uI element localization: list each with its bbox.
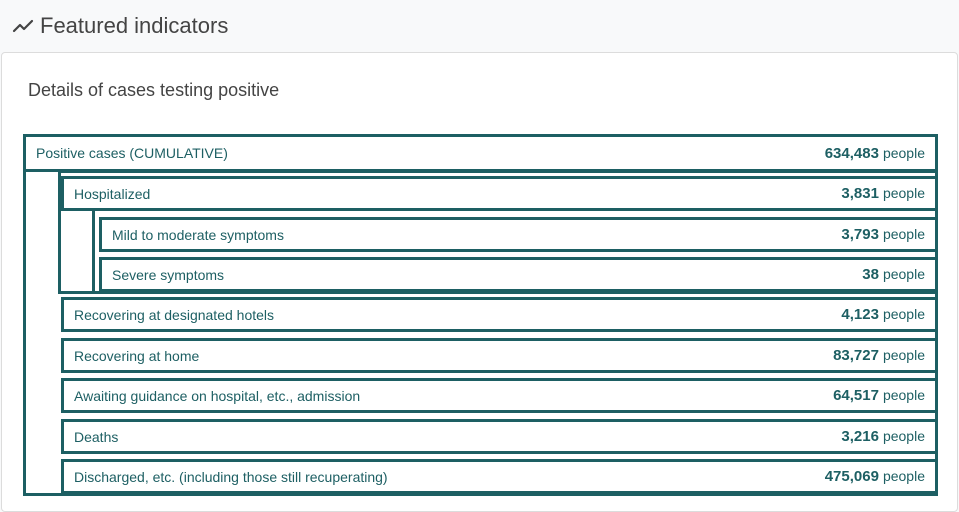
- row-value: 38 people: [862, 266, 925, 283]
- row-value: 83,727 people: [833, 347, 925, 364]
- row-label: Deaths: [74, 428, 119, 445]
- row-value: 64,517 people: [833, 387, 925, 404]
- row-deaths: Deaths 3,216 people: [61, 419, 938, 454]
- row-recovering-home: Recovering at home 83,727 people: [61, 338, 938, 373]
- trend-line-icon: [12, 19, 34, 33]
- section-header: Featured indicators: [12, 13, 228, 39]
- row-label: Recovering at designated hotels: [74, 306, 275, 323]
- row-label: Positive cases (CUMULATIVE): [36, 145, 228, 161]
- row-designated-hotels: Recovering at designated hotels 4,123 peo…: [61, 297, 938, 332]
- row-label: Hospitalized: [74, 185, 151, 202]
- row-value: 634,483 people: [824, 144, 925, 162]
- row-label: Severe symptoms: [112, 266, 225, 283]
- row-discharged: Discharged, etc. (including those still …: [61, 459, 938, 494]
- row-hospitalized: Hospitalized 3,831 people: [61, 176, 938, 211]
- row-awaiting-guidance: Awaiting guidance on hospital, etc., adm…: [61, 378, 938, 413]
- row-label: Awaiting guidance on hospital, etc., adm…: [74, 387, 361, 404]
- row-value: 3,216 people: [841, 428, 925, 445]
- row-label: Mild to moderate symptoms: [112, 226, 284, 243]
- row-value: 4,123 people: [841, 306, 925, 323]
- page-title: Featured indicators: [40, 13, 229, 38]
- card-title: Details of cases testing positive: [28, 80, 280, 100]
- row-value: 3,831 people: [841, 185, 925, 202]
- row-label: Recovering at home: [74, 347, 200, 364]
- row-severe-symptoms: Severe symptoms 38 people: [99, 257, 938, 292]
- row-positive-cases: Positive cases (CUMULATIVE) 634,483 peopl…: [23, 134, 938, 172]
- row-label: Discharged, etc. (including those still …: [74, 468, 388, 485]
- row-value: 3,793 people: [841, 226, 925, 243]
- row-value: 475,069 people: [824, 468, 925, 485]
- row-mild-symptoms: Mild to moderate symptoms 3,793 people: [99, 217, 938, 252]
